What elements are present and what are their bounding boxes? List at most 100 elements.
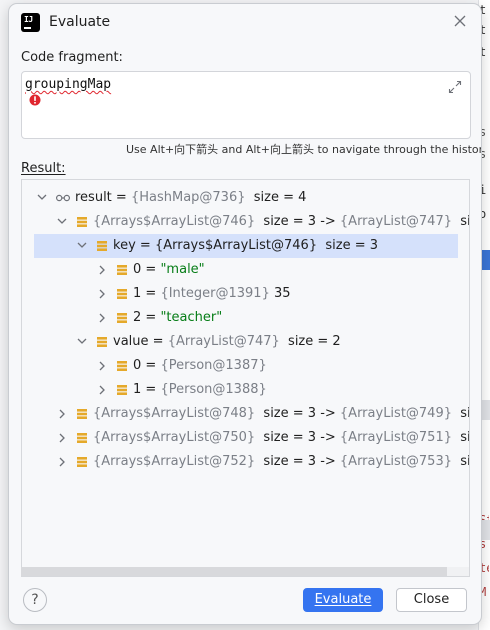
field-icon bbox=[77, 457, 87, 467]
tree-type: {Person@1387} bbox=[160, 358, 267, 373]
evaluate-button-label: Evaluate bbox=[314, 592, 372, 607]
tree-extra: size = 3 bbox=[317, 238, 378, 253]
tree-row[interactable]: key = {Arrays$ArrayList@746} size = 3 bbox=[34, 234, 458, 258]
title-bar: IJ Evaluate bbox=[9, 4, 481, 42]
code-fragment-text[interactable]: groupingMap bbox=[25, 77, 111, 92]
horizontal-scrollbar-track bbox=[447, 567, 469, 576]
tree-extra: size = 3 -> bbox=[255, 454, 340, 469]
error-icon[interactable] bbox=[29, 94, 41, 106]
result-tree[interactable]: result = {HashMap@736} size = 4 {Arrays$A… bbox=[21, 179, 470, 577]
chevron-right-icon[interactable] bbox=[96, 378, 108, 402]
watch-glasses-icon bbox=[56, 194, 70, 202]
dialog-title: Evaluate bbox=[49, 14, 111, 30]
tree-tail-type: {ArrayList@749} bbox=[339, 406, 452, 421]
tree-row-text: 0 = {Person@1387} bbox=[133, 354, 267, 378]
tree-extra: size = 3 -> bbox=[255, 214, 340, 229]
tree-row[interactable]: {Arrays$ArrayList@752} size = 3 -> {Arra… bbox=[22, 450, 469, 474]
code-fragment-label: Code fragment: bbox=[21, 50, 123, 65]
tree-equals: = bbox=[148, 334, 168, 349]
chevron-right-icon[interactable] bbox=[96, 258, 108, 282]
tree-row[interactable]: 0 = {Person@1387} bbox=[22, 354, 469, 378]
tree-equals: = bbox=[135, 238, 155, 253]
close-button[interactable]: Close bbox=[396, 588, 467, 612]
tree-string-value: "teacher" bbox=[160, 310, 223, 325]
tree-row-text: result = {HashMap@736} size = 4 bbox=[75, 186, 306, 210]
field-icon bbox=[97, 337, 107, 347]
chevron-right-icon[interactable] bbox=[96, 282, 108, 306]
tree-row[interactable]: 2 = "teacher" bbox=[22, 306, 469, 330]
tree-row[interactable]: 0 = "male" bbox=[22, 258, 469, 282]
tree-type: {Person@1388} bbox=[160, 382, 267, 397]
tree-type: {Arrays$ArrayList@750} bbox=[93, 430, 256, 445]
chevron-right-icon[interactable] bbox=[56, 450, 68, 474]
tree-row[interactable]: result = {HashMap@736} size = 4 bbox=[22, 186, 469, 210]
tree-row-text: value = {ArrayList@747} size = 2 bbox=[113, 330, 341, 354]
field-icon bbox=[97, 241, 107, 251]
tree-row-text: {Arrays$ArrayList@752} size = 3 -> {Arra… bbox=[93, 450, 469, 474]
tree-row[interactable]: 1 = {Person@1388} bbox=[22, 378, 469, 402]
history-hint: Use Alt+向下箭头 and Alt+向上箭头 to navigate th… bbox=[126, 143, 482, 156]
field-icon bbox=[77, 409, 87, 419]
field-icon bbox=[117, 385, 127, 395]
field-icon bbox=[117, 313, 127, 323]
field-icon bbox=[77, 433, 87, 443]
tree-tail-extra: size = bbox=[460, 214, 470, 229]
tree-type: {HashMap@736} bbox=[130, 190, 246, 205]
tree-tail-extra: size = bbox=[460, 430, 470, 445]
chevron-down-icon[interactable] bbox=[76, 330, 88, 354]
tree-key: value bbox=[113, 334, 149, 349]
tree-row-text: {Arrays$ArrayList@750} size = 3 -> {Arra… bbox=[93, 426, 470, 450]
tree-type: {Arrays$ArrayList@746} bbox=[93, 214, 256, 229]
chevron-down-icon[interactable] bbox=[76, 234, 88, 258]
help-button[interactable]: ? bbox=[23, 588, 47, 612]
tree-row[interactable]: 1 = {Integer@1391} 35 bbox=[22, 282, 469, 306]
tree-equals: = bbox=[111, 190, 131, 205]
expand-editor-icon[interactable] bbox=[448, 80, 462, 94]
tree-row-text: {Arrays$ArrayList@746} size = 3 -> {Arra… bbox=[93, 210, 470, 234]
tree-extra: size = 4 bbox=[245, 190, 307, 205]
tree-string-value: "male" bbox=[160, 262, 205, 277]
tree-tail-type: {ArrayList@747} bbox=[339, 214, 452, 229]
tree-row[interactable]: {Arrays$ArrayList@748} size = 3 -> {Arra… bbox=[22, 402, 469, 426]
evaluate-dialog: IJ Evaluate Code fragment: groupingMap U… bbox=[8, 3, 482, 625]
tree-key: result bbox=[75, 190, 112, 205]
tree-row-text: 2 = "teacher" bbox=[133, 306, 222, 330]
tree-key: key bbox=[113, 238, 136, 253]
tree-row-text: key = {Arrays$ArrayList@746} size = 3 bbox=[113, 234, 378, 258]
tree-row[interactable]: value = {ArrayList@747} size = 2 bbox=[22, 330, 469, 354]
field-icon bbox=[77, 217, 87, 227]
close-icon[interactable] bbox=[453, 14, 467, 28]
result-label: Result: bbox=[21, 161, 66, 176]
intellij-app-icon: IJ bbox=[21, 13, 40, 32]
tree-row-text: 1 = {Integer@1391} 35 bbox=[133, 282, 291, 306]
tree-row-text: 0 = "male" bbox=[133, 258, 205, 282]
tree-equals: = bbox=[141, 310, 161, 325]
tree-tail-type: {ArrayList@753} bbox=[339, 454, 452, 469]
chevron-right-icon[interactable] bbox=[96, 354, 108, 378]
tree-type: {Arrays$ArrayList@746} bbox=[154, 238, 318, 253]
tree-type: {ArrayList@747} bbox=[167, 334, 280, 349]
tree-type: {Arrays$ArrayList@752} bbox=[93, 454, 256, 469]
tree-type: {Arrays$ArrayList@748} bbox=[93, 406, 256, 421]
tree-tail-type: {ArrayList@751} bbox=[339, 430, 452, 445]
field-icon bbox=[117, 289, 127, 299]
tree-equals: = bbox=[141, 286, 161, 301]
tree-row[interactable]: {Arrays$ArrayList@746} size = 3 -> {Arra… bbox=[22, 210, 469, 234]
tree-extra: 35 bbox=[269, 286, 291, 301]
tree-extra: size = 2 bbox=[279, 334, 341, 349]
tree-row-text: 1 = {Person@1388} bbox=[133, 378, 267, 402]
tree-equals: = bbox=[141, 382, 161, 397]
horizontal-scrollbar[interactable] bbox=[21, 567, 447, 576]
code-fragment-editor[interactable]: groupingMap bbox=[21, 71, 471, 139]
chevron-right-icon[interactable] bbox=[96, 306, 108, 330]
chevron-right-icon[interactable] bbox=[56, 426, 68, 450]
tree-tail-extra: size = bbox=[460, 406, 470, 421]
tree-row-text: {Arrays$ArrayList@748} size = 3 -> {Arra… bbox=[93, 402, 470, 426]
tree-row[interactable]: {Arrays$ArrayList@750} size = 3 -> {Arra… bbox=[22, 426, 469, 450]
chevron-down-icon[interactable] bbox=[56, 210, 68, 234]
field-icon bbox=[117, 361, 127, 371]
chevron-down-icon[interactable] bbox=[36, 186, 48, 210]
evaluate-button[interactable]: Evaluate bbox=[303, 588, 383, 612]
chevron-right-icon[interactable] bbox=[56, 402, 68, 426]
tree-type: {Integer@1391} bbox=[160, 286, 270, 301]
